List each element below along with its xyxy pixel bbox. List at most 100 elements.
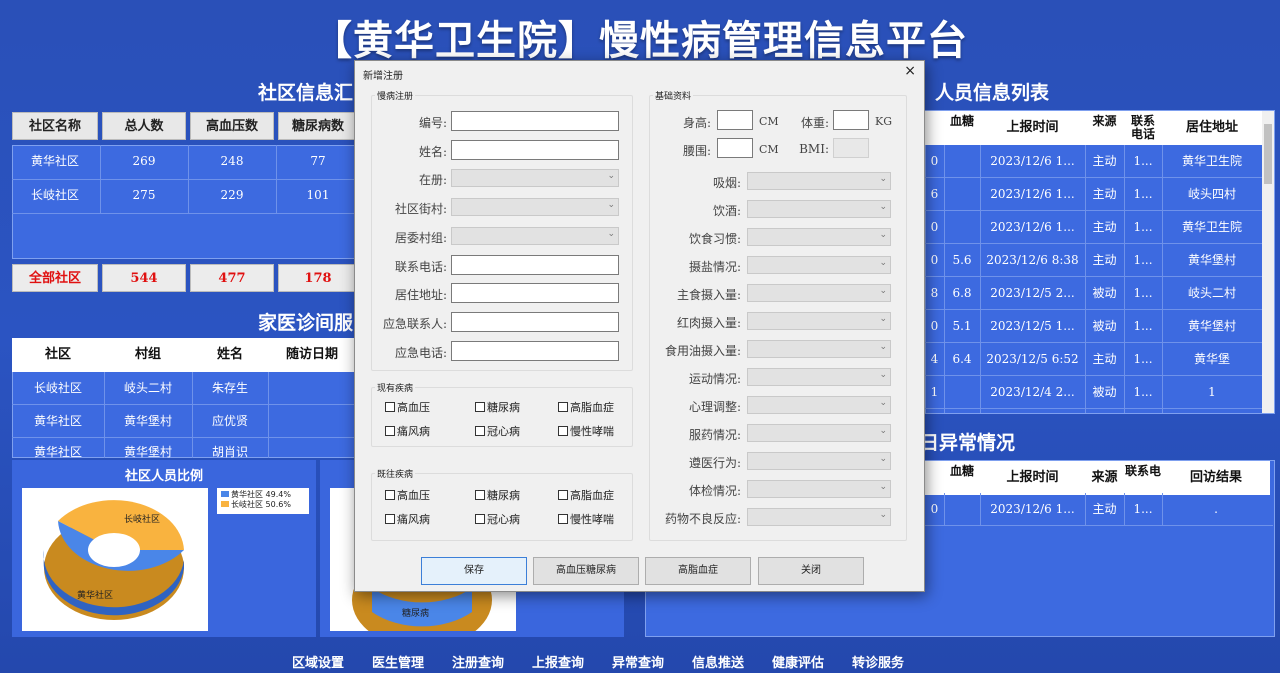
checkbox-box[interactable] (558, 426, 568, 436)
nav-item-6[interactable]: 信息推送 (692, 652, 744, 671)
checkbox-box[interactable] (475, 514, 485, 524)
basic-field-combo[interactable]: ⌄ (747, 172, 891, 190)
chevron-down-icon: ⌄ (879, 482, 887, 492)
dialog-button-1[interactable]: 保存 (421, 557, 527, 585)
personnel-cell: 2023/12/5 6:52 (986, 352, 1079, 366)
disease-checkbox[interactable]: 痛风病 (385, 423, 430, 439)
dialog-button-3[interactable]: 高脂血症 (645, 557, 751, 585)
checkbox-box[interactable] (558, 402, 568, 412)
personnel-cell: 2023/12/6 1... (990, 154, 1075, 168)
basic-field-combo[interactable]: ⌄ (747, 368, 891, 386)
nav-item-3[interactable]: 注册查询 (452, 652, 504, 671)
reg-field-combo[interactable]: ⌄ (451, 198, 619, 217)
nav-item-1[interactable]: 区域设置 (292, 652, 344, 671)
family-header-cell: 姓名 (192, 338, 268, 372)
checkbox-box[interactable] (385, 514, 395, 524)
personnel-cell: 1... (1133, 385, 1153, 399)
basic-field-combo[interactable]: ⌄ (747, 200, 891, 218)
basic-field-combo[interactable]: ⌄ (747, 284, 891, 302)
basic-field-combo[interactable]: ⌄ (747, 340, 891, 358)
checkbox-box[interactable] (558, 490, 568, 500)
chevron-down-icon: ⌄ (879, 230, 887, 240)
close-icon[interactable]: × (904, 63, 916, 79)
checkbox-box[interactable] (475, 426, 485, 436)
basic-field-combo[interactable]: ⌄ (747, 256, 891, 274)
disease-label: 痛风病 (397, 425, 430, 438)
checkbox-box[interactable] (558, 514, 568, 524)
checkbox-box[interactable] (475, 402, 485, 412)
personnel-cell (944, 178, 980, 211)
disease-checkbox[interactable]: 慢性哮喘 (558, 511, 614, 527)
weight-label: 体重: (800, 116, 829, 130)
personnel-cell (944, 376, 980, 409)
nav-item-2[interactable]: 医生管理 (372, 652, 424, 671)
disease-checkbox[interactable]: 冠心病 (475, 511, 520, 527)
disease-label: 慢性哮喘 (570, 425, 614, 438)
summary-cell: 269 (132, 154, 156, 168)
reg-field-combo[interactable]: ⌄ (451, 169, 619, 188)
waist-input[interactable] (717, 138, 753, 158)
personnel-cell: 黄华卫生院 (1181, 220, 1242, 234)
basic-field-combo[interactable]: ⌄ (747, 228, 891, 246)
reg-field-label: 编号: (418, 116, 447, 130)
checkbox-box[interactable] (475, 490, 485, 500)
disease-checkbox[interactable]: 痛风病 (385, 511, 430, 527)
disease-checkbox[interactable]: 高血压 (385, 399, 430, 415)
disease-checkbox[interactable]: 糖尿病 (475, 399, 520, 415)
disease-checkbox[interactable]: 高脂血症 (558, 399, 614, 415)
disease-checkbox[interactable]: 高脂血症 (558, 487, 614, 503)
weight-input[interactable] (833, 110, 869, 130)
checkbox-box[interactable] (385, 402, 395, 412)
personnel-scroll-thumb[interactable] (1264, 124, 1272, 184)
reg-field-input[interactable] (451, 111, 619, 131)
basic-field-combo[interactable]: ⌄ (747, 480, 891, 498)
reg-field-label: 在册: (418, 173, 447, 188)
checkbox-box[interactable] (385, 426, 395, 436)
current-disease-title: 现有疾病 (375, 381, 416, 394)
community-ratio-title: 社区人员比例 (124, 469, 203, 484)
chevron-down-icon: ⌄ (607, 171, 615, 182)
pie-legend: 黄华社区 49.4% 长岐社区 50.6% (217, 488, 309, 514)
personnel-cell: 主动 (1092, 352, 1117, 366)
disease-checkbox[interactable]: 糖尿病 (475, 487, 520, 503)
summary-col-divider (276, 145, 277, 213)
basic-field-combo[interactable]: ⌄ (747, 312, 891, 330)
chevron-down-icon: ⌄ (879, 258, 887, 268)
dialog-button-4[interactable]: 关闭 (758, 557, 864, 585)
basic-field-combo[interactable]: ⌄ (747, 452, 891, 470)
summary-col-divider (188, 145, 189, 213)
chevron-down-icon: ⌄ (879, 202, 887, 212)
basic-field-combo[interactable]: ⌄ (747, 424, 891, 442)
reg-field-combo[interactable]: ⌄ (451, 226, 619, 245)
family-cell: 黄华社区 (33, 414, 82, 428)
basic-field-label: 主食摄入量: (676, 288, 741, 302)
past-disease-group (371, 473, 633, 541)
height-input[interactable] (717, 110, 753, 130)
nav-item-7[interactable]: 健康评估 (772, 652, 824, 671)
disease-checkbox[interactable]: 冠心病 (475, 423, 520, 439)
disease-checkbox[interactable]: 慢性哮喘 (558, 423, 614, 439)
nav-item-5[interactable]: 异常查询 (612, 652, 664, 671)
summary-cell: 229 (220, 188, 244, 202)
personnel-cell: 2023/12/6 8:38 (986, 253, 1079, 267)
reg-field-input[interactable] (451, 340, 619, 361)
disease-label: 冠心病 (487, 513, 520, 526)
basic-field-combo[interactable]: ⌄ (747, 508, 891, 526)
reg-field-input[interactable] (451, 139, 619, 160)
community-pie-chart: 长岐社区 黄华社区 (43, 500, 184, 620)
reg-field-input[interactable] (451, 283, 619, 304)
nav-item-8[interactable]: 转诊服务 (852, 652, 904, 671)
bmi-label: BMI: (799, 142, 829, 156)
pie-chart-area: 长岐社区 黄华社区 (22, 488, 208, 631)
basic-field-combo[interactable]: ⌄ (747, 396, 891, 414)
reg-field-input[interactable] (451, 311, 619, 332)
pie-label-changqi: 长岐社区 (124, 513, 160, 525)
checkbox-box[interactable] (385, 490, 395, 500)
reg-field-input[interactable] (451, 254, 619, 275)
abnormal-col-divider (1085, 493, 1086, 525)
personnel-cell: 1... (1133, 220, 1153, 234)
dialog-button-2[interactable]: 高血压糖尿病 (533, 557, 639, 585)
dialog-title: 新增注册 (363, 71, 403, 82)
nav-item-4[interactable]: 上报查询 (532, 652, 584, 671)
disease-checkbox[interactable]: 高血压 (385, 487, 430, 503)
